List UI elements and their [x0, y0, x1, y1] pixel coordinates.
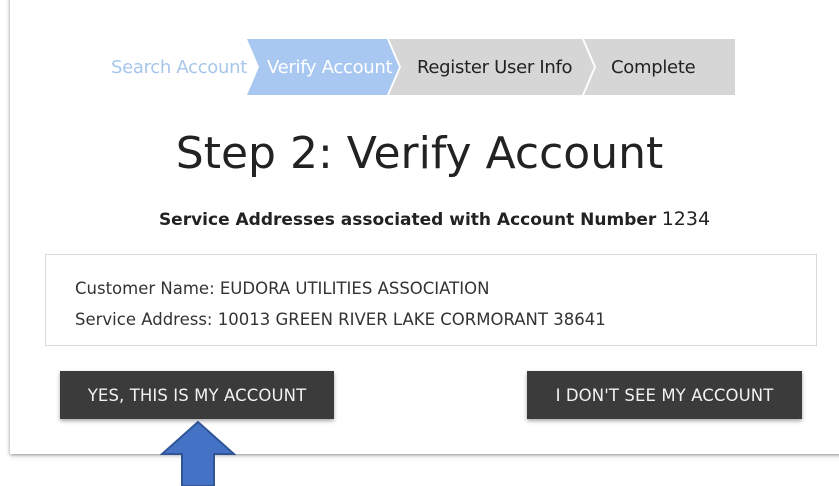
step-register-user-info: Register User Info	[389, 39, 594, 95]
subtitle-label: Service Addresses associated with Accoun…	[158, 210, 657, 230]
step-label: Complete	[611, 56, 696, 78]
progress-stepper: Search Account Verify Account Register U…	[82, 39, 735, 95]
step-label: Verify Account	[267, 56, 393, 78]
step-complete: Complete	[584, 39, 735, 95]
account-subtitle: Service Addresses associated with Accoun…	[0, 208, 839, 230]
confirm-account-button[interactable]: YES, THIS IS MY ACCOUNT	[60, 371, 334, 419]
customer-name: Customer Name: EUDORA UTILITIES ASSOCIAT…	[75, 279, 490, 298]
service-address: Service Address: 10013 GREEN RIVER LAKE …	[75, 310, 606, 329]
up-arrow-icon	[160, 420, 236, 486]
account-info-box: Customer Name: EUDORA UTILITIES ASSOCIAT…	[45, 254, 817, 346]
step-verify-account: Verify Account	[247, 39, 399, 95]
account-number: 1234	[661, 208, 711, 230]
step-label: Search Account	[110, 56, 247, 78]
account-not-found-button[interactable]: I DON'T SEE MY ACCOUNT	[527, 371, 802, 419]
page-title: Step 2: Verify Account	[175, 128, 664, 179]
step-label: Register User Info	[417, 56, 573, 78]
step-search-account[interactable]: Search Account	[82, 39, 259, 95]
